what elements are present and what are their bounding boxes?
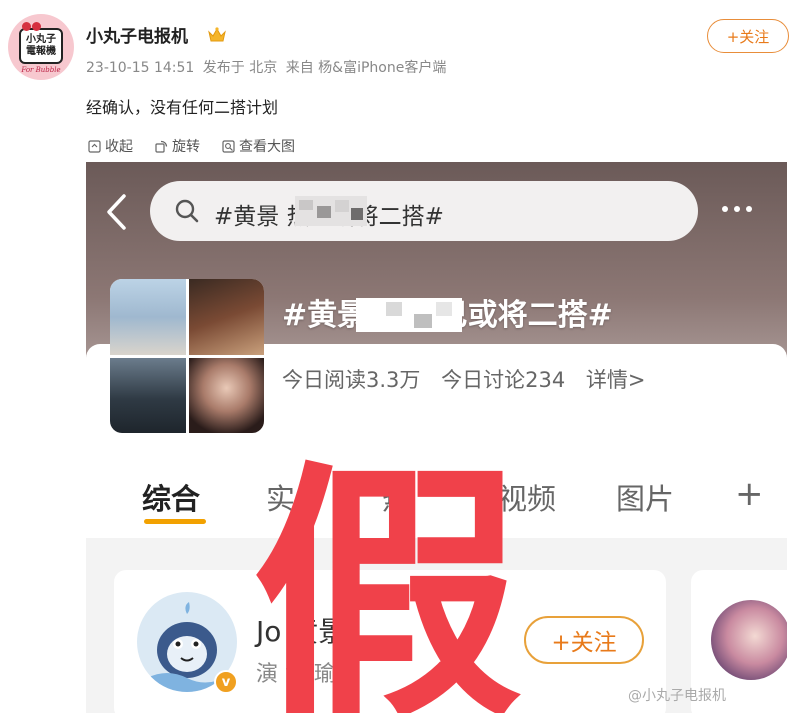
view-large-label: 查看大图 [239, 139, 295, 155]
post-timestamp[interactable]: 23-10-15 14:51 [86, 60, 194, 76]
discussions-count: 今日讨论234 [441, 368, 566, 392]
thumbnail-photo [188, 357, 264, 433]
collapse-label: 收起 [105, 139, 133, 155]
follow-button[interactable]: +关注 [707, 19, 789, 53]
crown-icon [208, 27, 226, 42]
cherry-icon [22, 22, 31, 31]
tab-comprehensive: 综合 [142, 482, 201, 516]
avatar-logo-foot: For Bubble [21, 66, 61, 74]
post-source: 来自 杨&富iPhone客户端 [285, 60, 447, 76]
back-icon [107, 194, 126, 230]
post-meta: 23-10-15 14:51 发布于 北京 来自 杨&富iPhone客户端 [86, 57, 450, 77]
details-link: 详情> [585, 368, 646, 392]
avatar-logo-line1: 小丸子 [26, 34, 56, 45]
thumbnail-photo [188, 279, 264, 355]
active-tab-underline [144, 519, 206, 524]
avatar[interactable]: 小丸子 電報機 For Bubble [8, 14, 74, 80]
fake-stamp: 假 [252, 439, 522, 713]
topic-thumbnail-grid [110, 279, 264, 433]
user-card-follow-button: +关注 [524, 616, 644, 664]
avatar-logo-line2: 電報機 [26, 46, 56, 57]
watermark: @小丸子电报机 [628, 688, 726, 704]
post-text: 经确认，没有任何二搭计划 [86, 98, 279, 117]
tab-pictures: 图片 [616, 482, 675, 516]
mosaic-blur [356, 298, 462, 332]
cherry-icon [32, 22, 41, 31]
collapse-button[interactable]: 收起 [88, 136, 133, 156]
more-icon [722, 206, 752, 212]
rotate-button[interactable]: 旋转 [155, 136, 200, 156]
mosaic-blur [295, 196, 367, 226]
view-large-icon [222, 139, 235, 153]
username[interactable]: 小丸子电报机 [86, 22, 188, 47]
thumbnail-photo [110, 357, 186, 433]
view-large-button[interactable]: 查看大图 [222, 136, 295, 156]
rotate-icon [155, 140, 168, 153]
reads-count: 今日阅读3.3万 [282, 368, 421, 392]
image-toolbar: 收起 旋转 查看大图 [88, 136, 295, 156]
thumbnail-photo [110, 279, 186, 355]
post-location: 发布于 北京 [202, 60, 278, 76]
search-icon [175, 199, 199, 223]
avatar-logo-card: 小丸子 電報機 [19, 28, 63, 64]
collapse-icon [88, 139, 101, 153]
verified-badge: v [214, 670, 238, 694]
topic-stats: 今日阅读3.3万 今日讨论234 详情> [282, 364, 659, 394]
plus-icon: + [735, 474, 764, 514]
search-bar: #黄景 热巴或将二搭# [150, 181, 698, 241]
post-image[interactable]: #黄景 热巴或将二搭# #黄景 丽热巴或将二搭# 今日阅读3.3万 今日讨论23… [86, 162, 787, 713]
rotate-label: 旋转 [172, 139, 200, 155]
user-card-avatar [711, 600, 787, 680]
